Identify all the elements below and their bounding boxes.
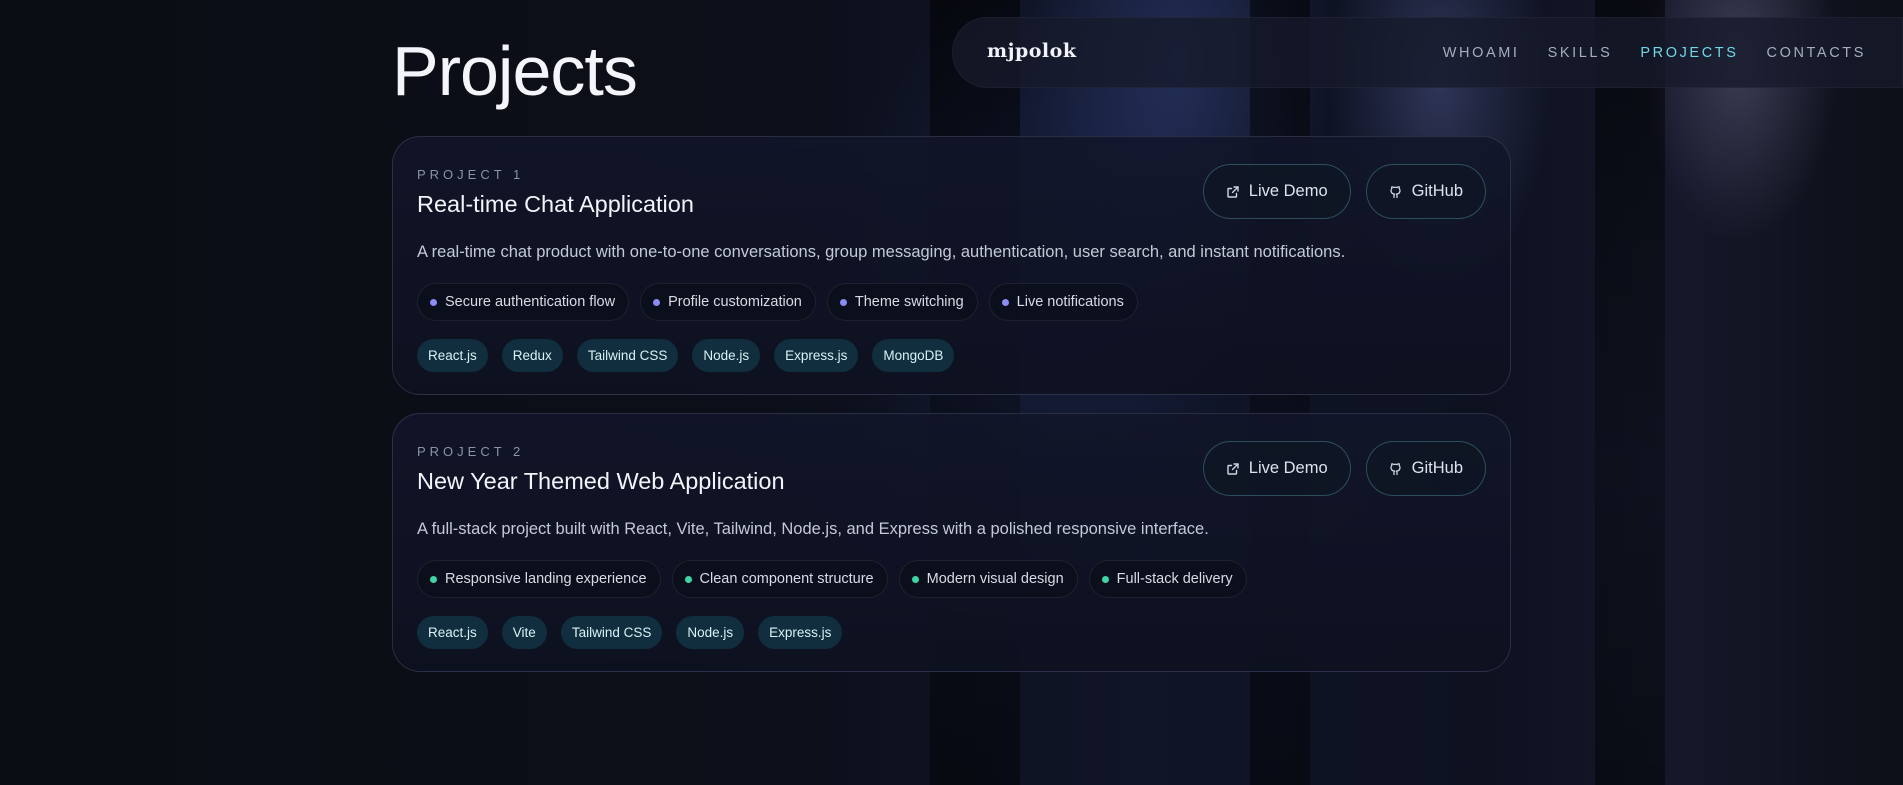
nav-link-skills[interactable]: SKILLS — [1548, 45, 1613, 61]
feature-label: Clean component structure — [699, 571, 874, 587]
top-navigation: mjpolok WHOAMI SKILLS PROJECTS CONTACTS — [952, 17, 1903, 88]
tech-tag: Vite — [501, 616, 547, 649]
project-title: Real-time Chat Application — [417, 191, 694, 217]
tech-tag: React.js — [417, 616, 488, 649]
tech-tag: Express.js — [758, 616, 843, 649]
tech-tag: Node.js — [692, 339, 761, 372]
feature-chip: Clean component structure — [671, 560, 888, 598]
live-demo-label: Live Demo — [1248, 459, 1328, 477]
external-link-icon — [1226, 185, 1240, 199]
feature-label: Responsive landing experience — [445, 571, 647, 587]
tech-tag: Tailwind CSS — [560, 616, 663, 649]
brand-logo[interactable]: mjpolok — [987, 40, 1077, 62]
feature-chip: Theme switching — [826, 283, 978, 321]
bullet-dot-icon — [653, 298, 661, 306]
github-label: GitHub — [1411, 182, 1463, 200]
feature-chip: Modern visual design — [898, 560, 1078, 598]
feature-chip: Full-stack delivery — [1088, 560, 1247, 598]
nav-link-whoami[interactable]: WHOAMI — [1443, 45, 1520, 61]
feature-chip: Secure authentication flow — [417, 283, 630, 321]
feature-list: Secure authentication flow Profile custo… — [417, 283, 1138, 321]
bullet-dot-icon — [1101, 575, 1109, 583]
bullet-dot-icon — [839, 298, 847, 306]
github-icon — [1389, 462, 1403, 476]
bullet-dot-icon — [430, 298, 437, 306]
page-title: Projects — [392, 32, 638, 110]
project-actions: Live Demo GitHub — [1202, 164, 1486, 219]
feature-list: Responsive landing experience Clean comp… — [417, 560, 1247, 598]
tech-tag: Node.js — [676, 616, 745, 649]
bullet-dot-icon — [911, 575, 919, 583]
tech-tag: Tailwind CSS — [576, 339, 679, 372]
project-eyebrow: PROJECT 1 — [417, 167, 525, 182]
project-description: A real-time chat product with one-to-one… — [417, 243, 1346, 261]
github-button[interactable]: GitHub — [1365, 441, 1486, 496]
nav-link-projects[interactable]: PROJECTS — [1640, 45, 1738, 61]
tech-tag: React.js — [417, 339, 488, 372]
project-actions: Live Demo GitHub — [1202, 441, 1486, 496]
bullet-dot-icon — [684, 575, 692, 583]
nav-links: WHOAMI SKILLS PROJECTS CONTACTS — [1443, 45, 1866, 61]
background-shade — [1595, 0, 1665, 785]
feature-label: Modern visual design — [926, 571, 1064, 587]
feature-chip: Profile customization — [640, 283, 816, 321]
nav-link-contacts[interactable]: CONTACTS — [1767, 45, 1866, 61]
tech-tag-list: React.js Redux Tailwind CSS Node.js Expr… — [417, 339, 955, 372]
github-icon — [1389, 185, 1403, 199]
github-button[interactable]: GitHub — [1365, 164, 1486, 219]
bullet-dot-icon — [430, 575, 437, 583]
external-link-icon — [1226, 462, 1240, 476]
project-description: A full-stack project built with React, V… — [417, 520, 1209, 538]
live-demo-label: Live Demo — [1248, 182, 1328, 200]
project-card-1: PROJECT 1 Real-time Chat Application Liv… — [392, 136, 1511, 395]
bullet-dot-icon — [1001, 298, 1009, 306]
feature-label: Theme switching — [854, 294, 964, 310]
project-eyebrow: PROJECT 2 — [417, 444, 525, 459]
tech-tag: MongoDB — [872, 339, 955, 372]
feature-label: Profile customization — [668, 294, 802, 310]
tech-tag-list: React.js Vite Tailwind CSS Node.js Expre… — [417, 616, 843, 649]
project-card-2: PROJECT 2 New Year Themed Web Applicatio… — [392, 413, 1511, 672]
feature-chip: Responsive landing experience — [417, 560, 661, 598]
live-demo-button[interactable]: Live Demo — [1202, 164, 1351, 219]
github-label: GitHub — [1411, 459, 1463, 477]
tech-tag: Redux — [501, 339, 563, 372]
feature-chip: Live notifications — [988, 283, 1138, 321]
live-demo-button[interactable]: Live Demo — [1202, 441, 1351, 496]
project-title: New Year Themed Web Application — [417, 468, 785, 494]
feature-label: Secure authentication flow — [445, 294, 616, 310]
tech-tag: Express.js — [774, 339, 859, 372]
feature-label: Live notifications — [1016, 294, 1124, 310]
feature-label: Full-stack delivery — [1116, 571, 1233, 587]
